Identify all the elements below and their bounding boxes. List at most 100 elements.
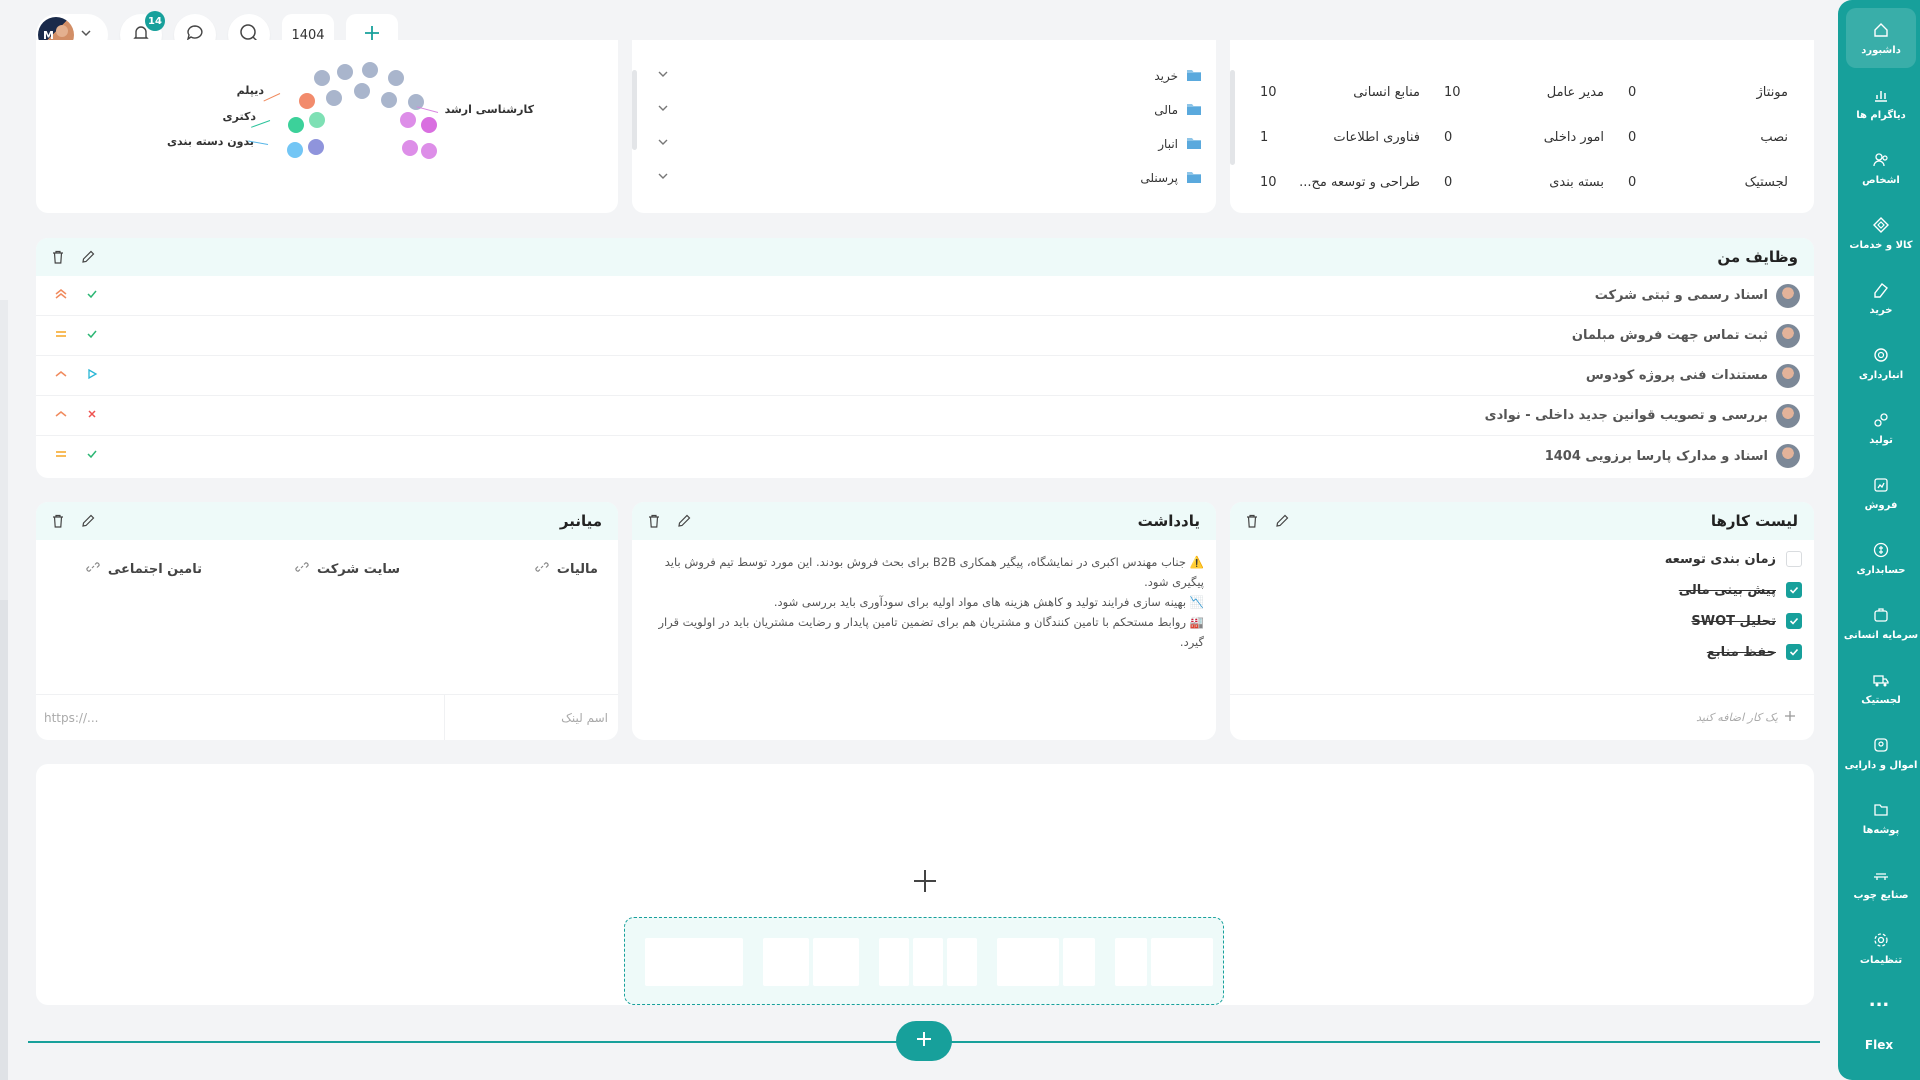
department-stat[interactable]: لجستیک 0 <box>1628 172 1788 192</box>
check-icon[interactable] <box>86 328 98 344</box>
chart-bubble[interactable] <box>314 70 330 86</box>
sidebar-item-purchase[interactable]: خرید <box>1846 268 1916 328</box>
todo-item[interactable]: زمان بندی توسعه <box>1665 549 1802 569</box>
sidebar-item-production[interactable]: تولید <box>1846 398 1916 458</box>
chevron-down-icon[interactable] <box>656 169 670 187</box>
layout-option-3[interactable] <box>879 938 909 986</box>
layout-option-5[interactable] <box>1115 938 1147 986</box>
page-scrollbar[interactable] <box>0 300 8 1080</box>
todo-checkbox[interactable] <box>1786 551 1802 567</box>
chart-bubble[interactable] <box>388 70 404 86</box>
link-name-input[interactable] <box>458 710 608 725</box>
chevron-down-icon[interactable] <box>656 101 670 119</box>
chart-bubble[interactable] <box>299 93 315 109</box>
sidebar-item-settings[interactable]: تنظیمات <box>1846 918 1916 978</box>
sidebar-item-home[interactable]: داشبورد <box>1846 8 1916 68</box>
sidebar-item-accounting[interactable]: حسابداری <box>1846 528 1916 588</box>
task-row[interactable]: اسناد و مدارک پارسا برزویی 1404 <box>36 436 1814 476</box>
layout-option-2[interactable] <box>763 938 809 986</box>
delete-icon[interactable] <box>1244 513 1260 529</box>
sidebar-item-wood[interactable]: صنایع چوب <box>1846 853 1916 913</box>
department-stat[interactable]: مونتاژ 0 <box>1628 82 1788 102</box>
task-title[interactable]: اسناد رسمی و ثبتی شرکت <box>1595 288 1768 303</box>
folder-row[interactable]: پرسنلی <box>656 168 1202 188</box>
page-scrollbar-thumb[interactable] <box>0 300 8 600</box>
department-stat[interactable]: بسته بندی 0 <box>1444 172 1604 192</box>
sidebar-item-hr[interactable]: سرمایه انسانی <box>1844 593 1918 653</box>
chart-bubble[interactable] <box>287 142 303 158</box>
check-icon[interactable] <box>86 448 98 464</box>
edit-icon[interactable] <box>676 513 692 529</box>
layout-option-3[interactable] <box>913 938 943 986</box>
department-stat[interactable]: فناوری اطلاعات 1 <box>1260 127 1420 147</box>
add-todo-input[interactable]: یک کار اضافه کنید <box>1696 711 1778 724</box>
chart-bubble[interactable] <box>402 140 418 156</box>
task-row[interactable]: اسناد رسمی و ثبتی شرکت <box>36 276 1814 316</box>
folder-row[interactable]: انبار <box>656 134 1202 154</box>
sidebar-item-warehouse[interactable]: انبارداری <box>1846 333 1916 393</box>
task-title[interactable]: ثبت تماس جهت فروش مبلمان <box>1572 328 1768 343</box>
task-row[interactable]: بررسی و تصویب قوانین جدید داخلی - نوادی <box>36 396 1814 436</box>
task-row[interactable]: ثبت تماس جهت فروش مبلمان <box>36 316 1814 356</box>
todo-checkbox[interactable] <box>1786 613 1802 629</box>
chart-bubble[interactable] <box>421 117 437 133</box>
add-section-button[interactable] <box>896 1021 952 1061</box>
chart-bubble[interactable] <box>326 90 342 106</box>
sidebar-item-folder[interactable]: پوشه‌ها <box>1846 788 1916 848</box>
sidebar-item-sales[interactable]: فروش <box>1846 463 1916 523</box>
add-widget-plus-icon[interactable] <box>912 868 938 898</box>
shortcut-link[interactable]: مالیات <box>535 560 598 578</box>
play-icon[interactable] <box>86 368 98 384</box>
layout-option-4[interactable] <box>1063 938 1095 986</box>
sidebar-item-logistics[interactable]: لجستیک <box>1846 658 1916 718</box>
sidebar-item-chart[interactable]: دیاگرام ها <box>1846 73 1916 133</box>
layout-option-1[interactable] <box>645 938 743 986</box>
edit-icon[interactable] <box>1274 513 1290 529</box>
chart-bubble[interactable] <box>381 92 397 108</box>
todo-checkbox[interactable] <box>1786 582 1802 598</box>
note-body[interactable]: ⚠️ جناب مهندس اکبری در نمایشگاه، پیگیر ه… <box>644 552 1204 652</box>
task-row[interactable]: مستندات فنی پروژه کودوس <box>36 356 1814 396</box>
chevron-down-icon[interactable] <box>656 135 670 153</box>
check-icon[interactable] <box>86 288 98 304</box>
department-stat[interactable]: طراحی و توسعه مح... 10 <box>1260 172 1420 192</box>
layout-option-5[interactable] <box>1151 938 1213 986</box>
layout-picker[interactable] <box>624 917 1224 1005</box>
chart-bubble[interactable] <box>400 112 416 128</box>
department-stat[interactable]: مدیر عامل 10 <box>1444 82 1604 102</box>
sidebar-item-assets[interactable]: اموال و دارایی <box>1845 723 1917 783</box>
chevron-down-icon[interactable] <box>656 67 670 85</box>
link-url-input[interactable] <box>44 710 344 725</box>
layout-option-4[interactable] <box>997 938 1059 986</box>
chart-bubble[interactable] <box>337 64 353 80</box>
add-todo-row[interactable]: یک کار اضافه کنید <box>1230 694 1814 740</box>
chart-bubble[interactable] <box>308 139 324 155</box>
sidebar-more-button[interactable]: ... <box>1838 990 1920 1011</box>
shortcut-link[interactable]: تامین اجتماعی <box>86 560 202 578</box>
sidebar-item-box[interactable]: کالا و خدمات <box>1846 203 1916 263</box>
shortcut-link[interactable]: سایت شرکت <box>295 560 400 578</box>
department-stat[interactable]: امور داخلی 0 <box>1444 127 1604 147</box>
close-icon[interactable] <box>86 408 98 424</box>
delete-icon[interactable] <box>50 249 66 265</box>
chart-bubble[interactable] <box>421 143 437 159</box>
sidebar-item-users[interactable]: اشخاص <box>1846 138 1916 198</box>
task-title[interactable]: مستندات فنی پروژه کودوس <box>1586 368 1768 383</box>
chart-bubble[interactable] <box>309 112 325 128</box>
chart-bubble[interactable] <box>288 117 304 133</box>
department-stat[interactable]: نصب 0 <box>1628 127 1788 147</box>
folder-row[interactable]: خرید <box>656 66 1202 86</box>
todo-item[interactable]: پیش بینی مالی <box>1679 580 1802 600</box>
department-stat[interactable]: منابع انسانی 10 <box>1260 82 1420 102</box>
layout-option-2[interactable] <box>813 938 859 986</box>
todo-checkbox[interactable] <box>1786 644 1802 660</box>
chart-bubble[interactable] <box>354 83 370 99</box>
task-title[interactable]: اسناد و مدارک پارسا برزویی 1404 <box>1545 449 1768 464</box>
todo-item[interactable]: حفظ منابع <box>1707 642 1802 662</box>
delete-icon[interactable] <box>646 513 662 529</box>
task-title[interactable]: بررسی و تصویب قوانین جدید داخلی - نوادی <box>1485 408 1768 423</box>
edit-icon[interactable] <box>80 513 96 529</box>
departments-scrollbar[interactable] <box>1230 70 1235 165</box>
chart-bubble[interactable] <box>362 62 378 78</box>
folder-row[interactable]: مالی <box>656 100 1202 120</box>
